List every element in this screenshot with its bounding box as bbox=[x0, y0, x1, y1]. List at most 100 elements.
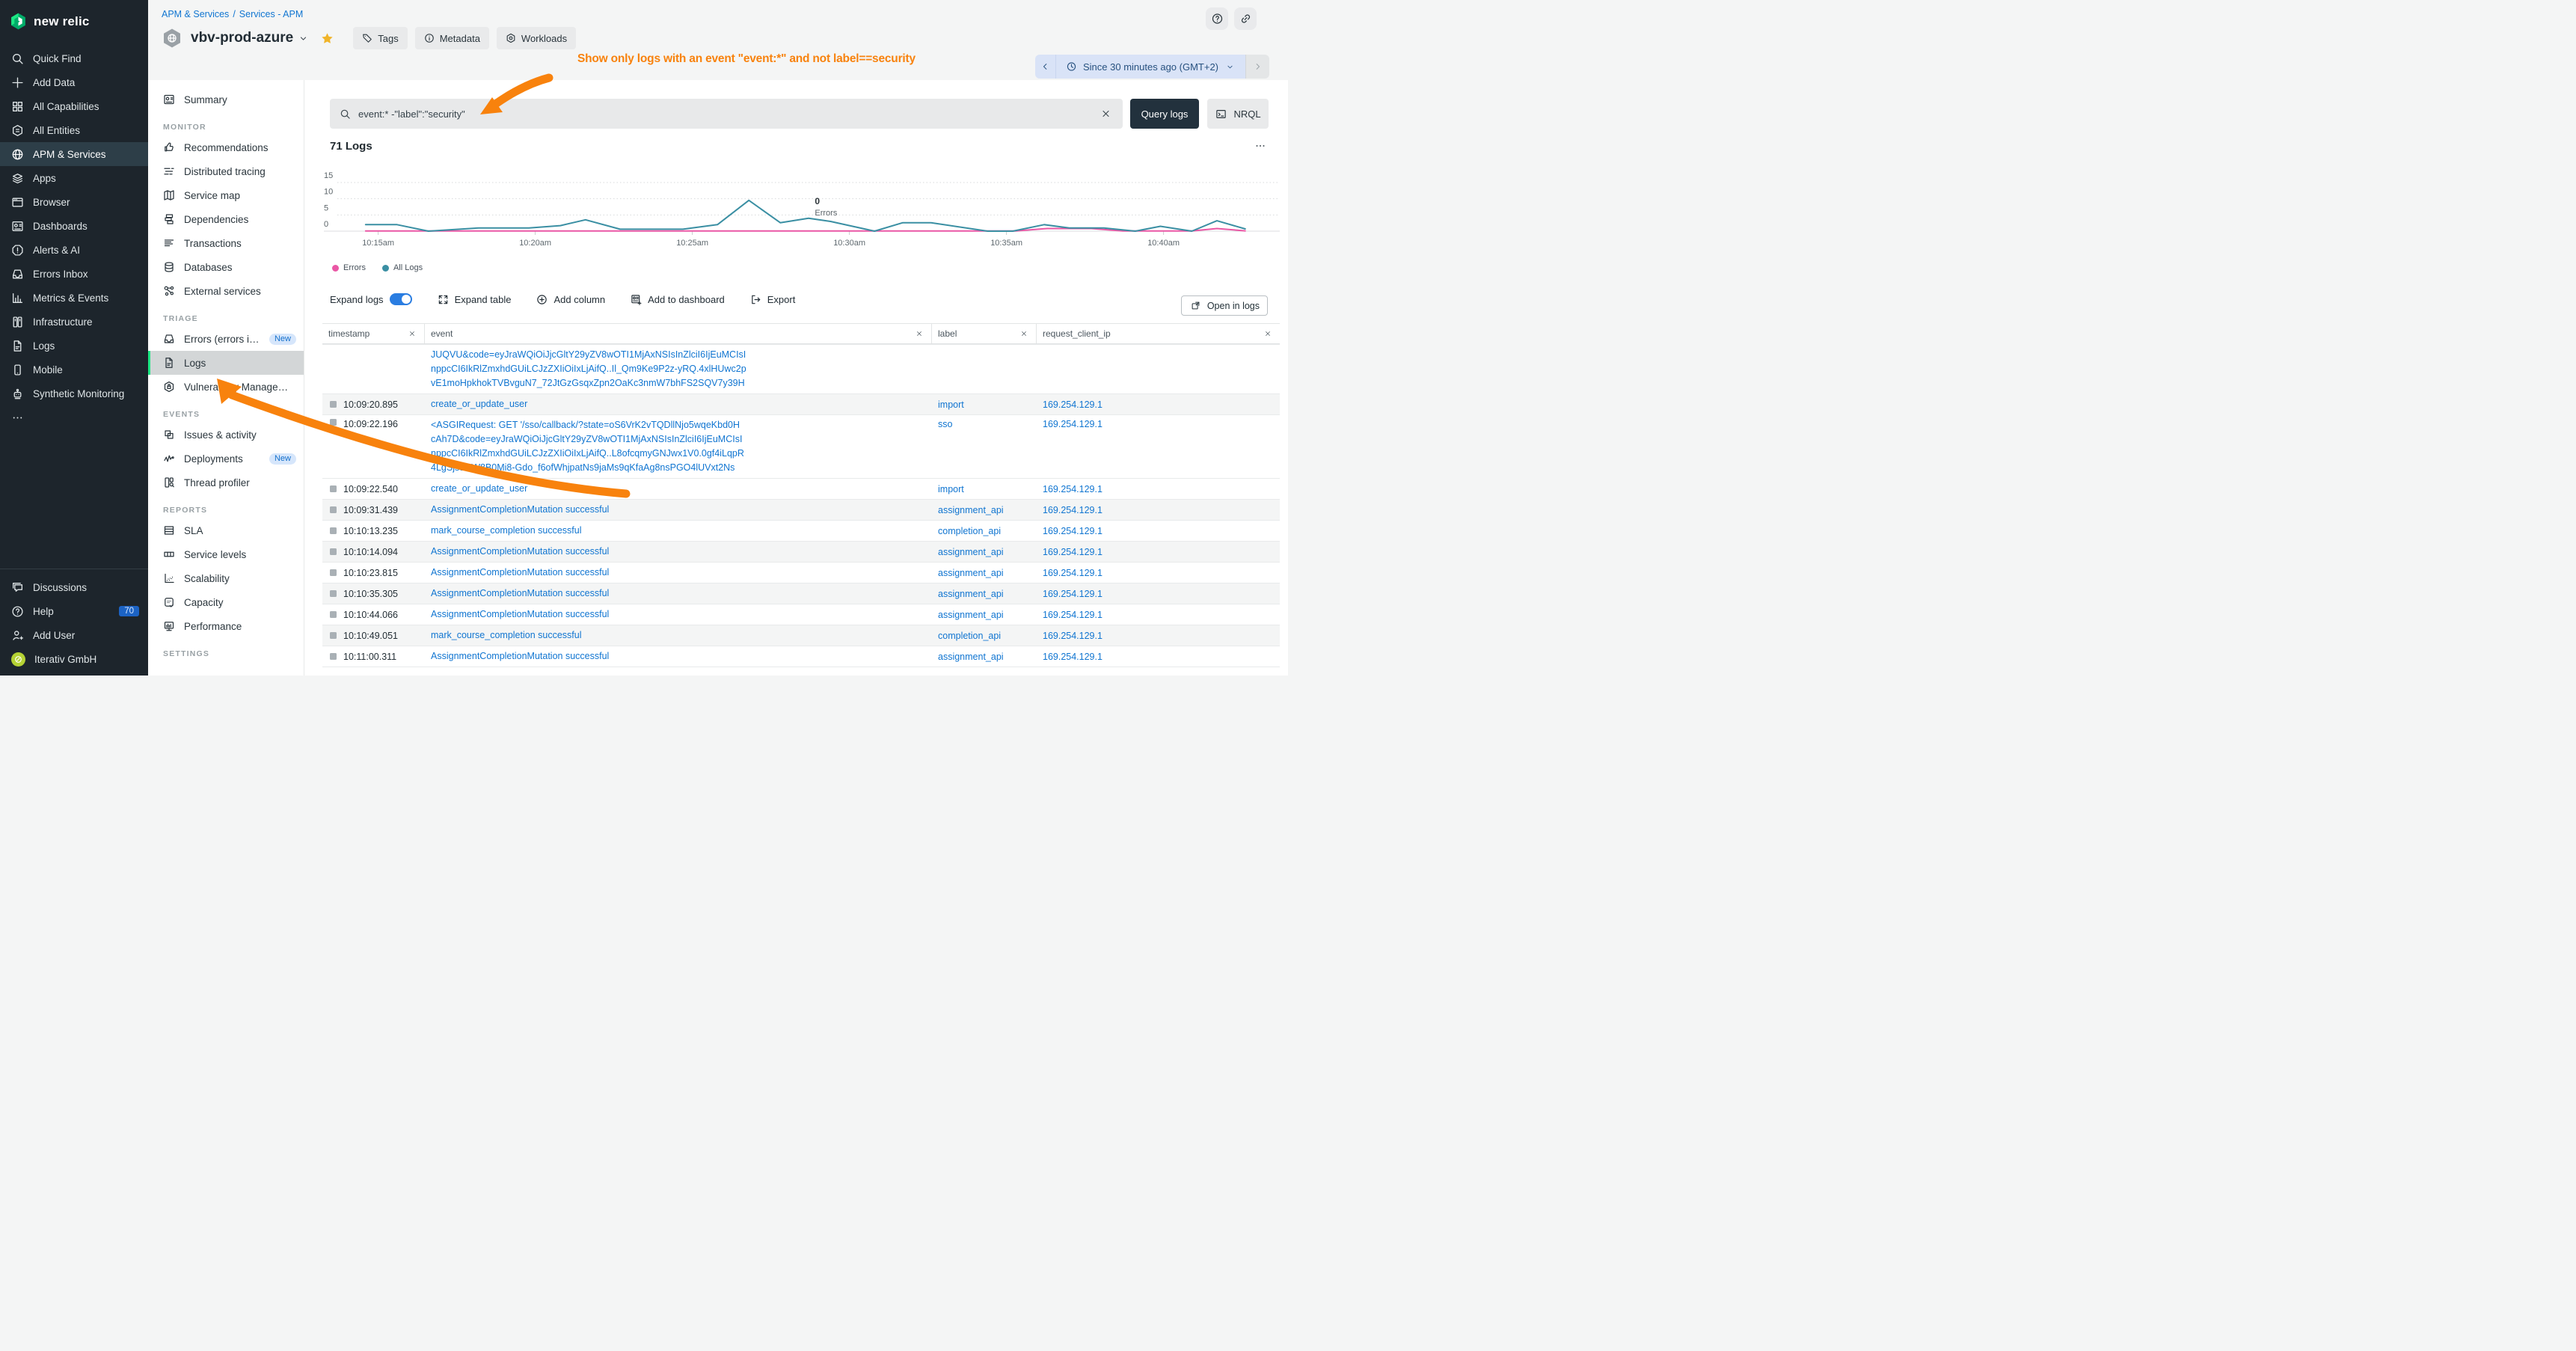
subnav-item-summary[interactable]: Summary bbox=[148, 88, 304, 111]
row-checkbox[interactable] bbox=[330, 653, 337, 660]
remove-column-timestamp-button[interactable] bbox=[406, 328, 418, 340]
sidebar-footer-item-help[interactable]: Help70 bbox=[0, 599, 148, 623]
log-table-row[interactable]: 10:11:00.311AssignmentCompletionMutation… bbox=[322, 646, 1280, 667]
event-link[interactable]: AssignmentCompletionMutation successful bbox=[431, 545, 609, 559]
time-range-previous-button[interactable] bbox=[1035, 55, 1056, 79]
export-control[interactable]: Export bbox=[750, 294, 796, 305]
ip-link[interactable]: 169.254.129.1 bbox=[1043, 505, 1103, 515]
expand-table-control[interactable]: Expand table bbox=[438, 294, 512, 305]
expand-logs-control[interactable]: Expand logs bbox=[330, 293, 412, 305]
sidebar-item-mobile[interactable]: Mobile bbox=[0, 358, 148, 382]
time-range-dropdown[interactable]: Since 30 minutes ago (GMT+2) bbox=[1056, 55, 1245, 79]
legend-errors[interactable]: Errors bbox=[332, 263, 366, 272]
subnav-item-issues-activity[interactable]: Issues & activity bbox=[148, 423, 304, 447]
sidebar-item-metrics-events[interactable]: Metrics & Events bbox=[0, 286, 148, 310]
subnav-item-vulnerability-management[interactable]: Vulnerability Management bbox=[148, 375, 304, 399]
row-checkbox[interactable] bbox=[330, 632, 337, 639]
sidebar-footer-item-iterativ-gmbh[interactable]: Iterativ GmbH bbox=[0, 647, 148, 671]
log-table-row[interactable]: 10:10:14.094AssignmentCompletionMutation… bbox=[322, 541, 1280, 562]
label-link[interactable]: assignment_api bbox=[938, 610, 1004, 620]
event-link[interactable]: nppcCI6IkRlZmxhdGUiLCJzZXIiOiIxLjAifQ..L… bbox=[431, 447, 744, 461]
sidebar-item-quick-find[interactable]: Quick Find bbox=[0, 46, 148, 70]
metadata-button[interactable]: Metadata bbox=[415, 27, 489, 49]
clear-query-button[interactable] bbox=[1097, 105, 1114, 122]
row-checkbox[interactable] bbox=[330, 548, 337, 555]
subnav-item-distributed-tracing[interactable]: Distributed tracing bbox=[148, 159, 304, 183]
remove-column-event-button[interactable] bbox=[913, 328, 925, 340]
subnav-item-service-map[interactable]: Service map bbox=[148, 183, 304, 207]
add-column-control[interactable]: Add column bbox=[536, 294, 605, 305]
sidebar-item-more[interactable] bbox=[0, 405, 148, 429]
event-link[interactable]: AssignmentCompletionMutation successful bbox=[431, 649, 609, 664]
event-link[interactable]: vE1moHpkhokTVBvguN7_72JtGzGsqxZpn2OaKc3n… bbox=[431, 376, 745, 390]
event-link[interactable]: create_or_update_user bbox=[431, 482, 527, 496]
event-link[interactable]: mark_course_completion successful bbox=[431, 628, 581, 643]
log-table-row[interactable]: 10:10:23.815AssignmentCompletionMutation… bbox=[322, 562, 1280, 583]
logs-timeseries-chart[interactable]: 05101510:15am10:20am10:25am10:30am10:35a… bbox=[324, 168, 1280, 271]
row-checkbox[interactable] bbox=[330, 527, 337, 534]
subnav-item-recommendations[interactable]: Recommendations bbox=[148, 135, 304, 159]
sidebar-item-apm-services[interactable]: APM & Services bbox=[0, 142, 148, 166]
subnav-item-dependencies[interactable]: Dependencies bbox=[148, 207, 304, 231]
ip-link[interactable]: 169.254.129.1 bbox=[1043, 652, 1103, 662]
row-checkbox[interactable] bbox=[330, 569, 337, 576]
label-link[interactable]: completion_api bbox=[938, 526, 1001, 536]
breadcrumb-apm-services[interactable]: APM & Services bbox=[162, 9, 229, 19]
event-link[interactable]: create_or_update_user bbox=[431, 397, 527, 411]
ip-link[interactable]: 169.254.129.1 bbox=[1043, 610, 1103, 620]
row-checkbox[interactable] bbox=[330, 419, 337, 426]
subnav-item-service-levels[interactable]: Service levels bbox=[148, 542, 304, 566]
row-checkbox[interactable] bbox=[330, 401, 337, 408]
sidebar-item-browser[interactable]: Browser bbox=[0, 190, 148, 214]
ip-link[interactable]: 169.254.129.1 bbox=[1043, 631, 1103, 641]
subnav-item-transactions[interactable]: Transactions bbox=[148, 231, 304, 255]
event-link[interactable]: nppcCI6IkRlZmxhdGUiLCJzZXIiOiIxLjAifQ..I… bbox=[431, 362, 746, 376]
log-table-row[interactable]: 10:10:13.235mark_course_completion succe… bbox=[322, 520, 1280, 541]
event-link[interactable]: AssignmentCompletionMutation successful bbox=[431, 503, 609, 517]
ip-link[interactable]: 169.254.129.1 bbox=[1043, 547, 1103, 557]
event-link[interactable]: <ASGIRequest: GET '/sso/callback/?state=… bbox=[431, 418, 740, 432]
sidebar-item-dashboards[interactable]: Dashboards bbox=[0, 214, 148, 238]
label-link[interactable]: assignment_api bbox=[938, 547, 1004, 557]
log-table-row[interactable]: 10:09:22.540create_or_update_userimport1… bbox=[322, 478, 1280, 499]
open-in-logs-button[interactable]: Open in logs bbox=[1181, 295, 1268, 316]
log-table-row[interactable]: 10:10:49.051mark_course_completion succe… bbox=[322, 625, 1280, 646]
ip-link[interactable]: 169.254.129.1 bbox=[1043, 484, 1103, 494]
remove-column-label-button[interactable] bbox=[1018, 328, 1030, 340]
sidebar-item-alerts-ai[interactable]: Alerts & AI bbox=[0, 238, 148, 262]
subnav-item-databases[interactable]: Databases bbox=[148, 255, 304, 279]
sidebar-item-errors-inbox[interactable]: Errors Inbox bbox=[0, 262, 148, 286]
label-link[interactable]: sso bbox=[938, 419, 952, 429]
sidebar-item-apps[interactable]: Apps bbox=[0, 166, 148, 190]
ip-link[interactable]: 169.254.129.1 bbox=[1043, 526, 1103, 536]
ip-link[interactable]: 169.254.129.1 bbox=[1043, 419, 1103, 429]
log-table-row[interactable]: 10:10:35.305AssignmentCompletionMutation… bbox=[322, 583, 1280, 604]
label-link[interactable]: assignment_api bbox=[938, 589, 1004, 599]
log-table-row[interactable]: 10:09:20.895create_or_update_userimport1… bbox=[322, 393, 1280, 414]
sidebar-item-all-capabilities[interactable]: All Capabilities bbox=[0, 94, 148, 118]
favorite-star-icon[interactable] bbox=[321, 32, 334, 45]
subnav-item-scalability[interactable]: Scalability bbox=[148, 566, 304, 590]
remove-column-request-client-ip-button[interactable] bbox=[1262, 328, 1274, 340]
subnav-item-sla[interactable]: SLA bbox=[148, 518, 304, 542]
time-range-next-button[interactable] bbox=[1245, 55, 1269, 79]
sidebar-footer-item-add-user[interactable]: Add User bbox=[0, 623, 148, 647]
workloads-button[interactable]: Workloads bbox=[497, 27, 576, 49]
event-link[interactable]: mark_course_completion successful bbox=[431, 524, 581, 538]
copy-link-button[interactable] bbox=[1234, 7, 1257, 30]
help-button[interactable] bbox=[1206, 7, 1228, 30]
event-link[interactable]: AssignmentCompletionMutation successful bbox=[431, 586, 609, 601]
chevron-down-icon[interactable] bbox=[297, 34, 310, 43]
log-table-row[interactable]: 10:09:31.439AssignmentCompletionMutation… bbox=[322, 499, 1280, 520]
row-checkbox[interactable] bbox=[330, 611, 337, 618]
subnav-item-errors-errors-inb[interactable]: Errors (errors inb...New bbox=[148, 327, 304, 351]
ip-link[interactable]: 169.254.129.1 bbox=[1043, 399, 1103, 410]
expand-logs-toggle[interactable] bbox=[390, 293, 412, 305]
subnav-item-thread-profiler[interactable]: Thread profiler bbox=[148, 471, 304, 494]
ip-link[interactable]: 169.254.129.1 bbox=[1043, 568, 1103, 578]
event-link[interactable]: cAh7D&code=eyJraWQiOiJjcGltY29yZV8wOTI1M… bbox=[431, 432, 742, 447]
sidebar-item-add-data[interactable]: Add Data bbox=[0, 70, 148, 94]
label-link[interactable]: import bbox=[938, 399, 964, 410]
event-link[interactable]: AssignmentCompletionMutation successful bbox=[431, 607, 609, 622]
log-query-input[interactable] bbox=[358, 108, 1091, 120]
